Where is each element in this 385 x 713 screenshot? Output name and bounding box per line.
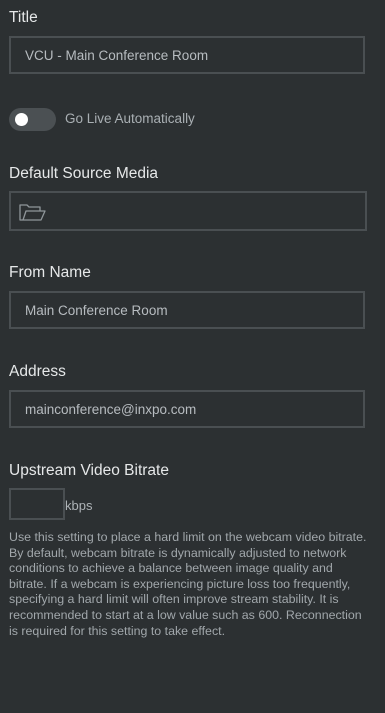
bitrate-help-text: Use this setting to place a hard limit o… — [9, 530, 367, 638]
toggle-knob — [15, 113, 28, 126]
default-source-media-picker[interactable] — [9, 191, 367, 231]
from-name-label: From Name — [9, 264, 91, 281]
go-live-toggle[interactable] — [9, 108, 56, 131]
folder-icon[interactable] — [19, 203, 46, 222]
default-source-media-label: Default Source Media — [9, 165, 159, 182]
address-label: Address — [9, 363, 66, 380]
settings-panel: Title Go Live Automatically Default Sour… — [0, 0, 385, 713]
title-label: Title — [9, 9, 38, 26]
from-name-input[interactable] — [9, 291, 365, 329]
go-live-label: Go Live Automatically — [65, 111, 195, 126]
upstream-video-bitrate-label: Upstream Video Bitrate — [9, 462, 169, 479]
bitrate-unit: kbps — [65, 498, 93, 513]
title-input[interactable] — [9, 36, 365, 74]
address-input[interactable] — [9, 390, 365, 428]
bitrate-input[interactable] — [9, 488, 65, 520]
